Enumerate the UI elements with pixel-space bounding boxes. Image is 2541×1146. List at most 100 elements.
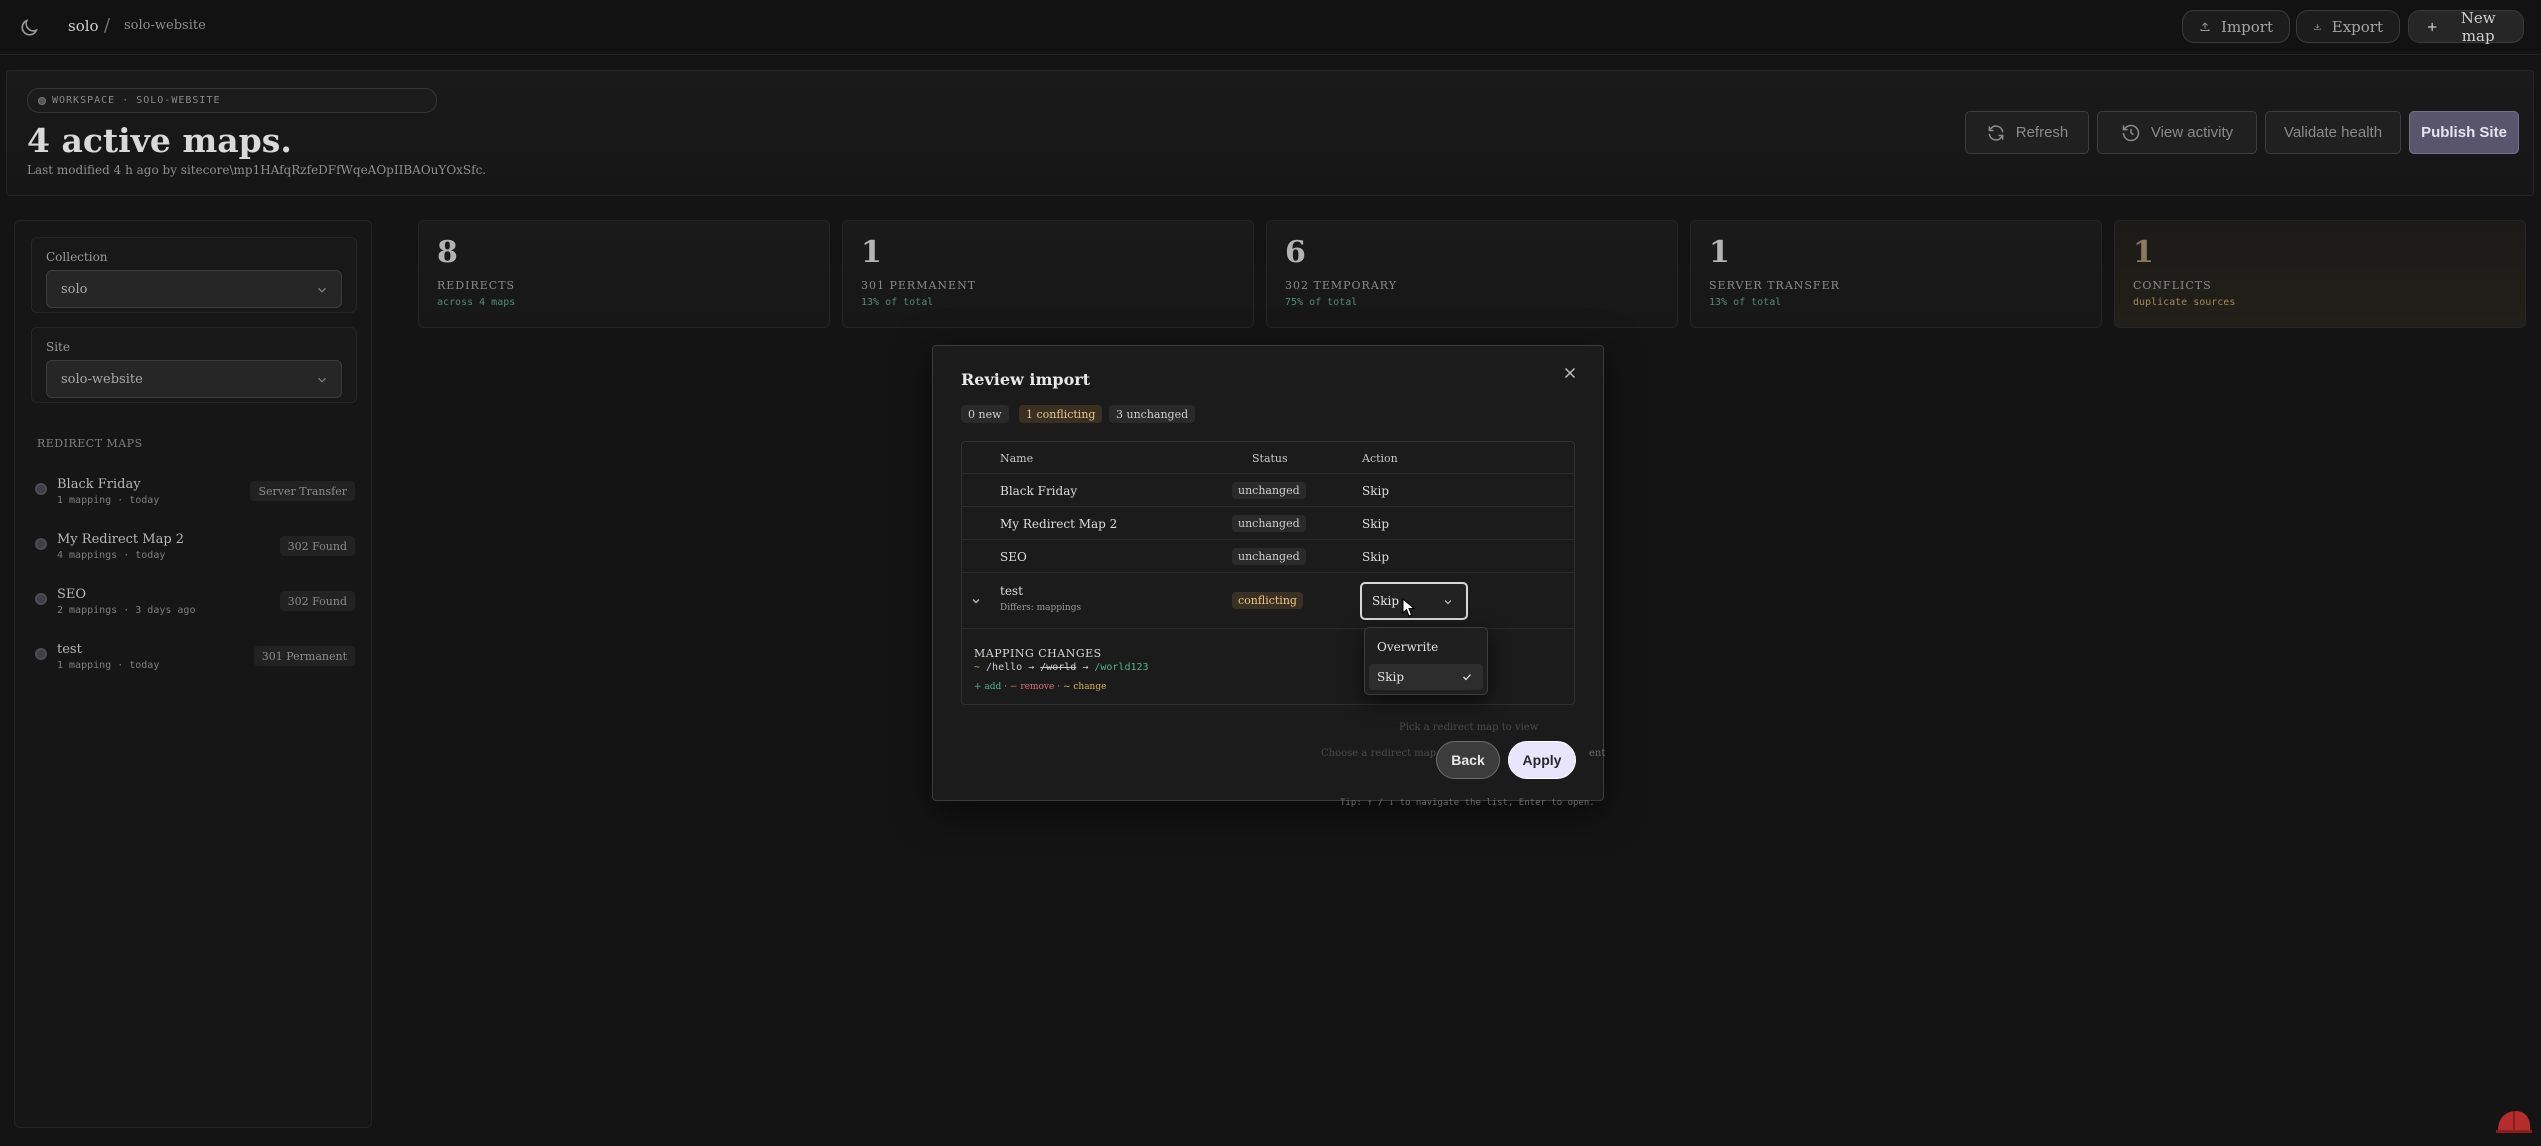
- collection-select[interactable]: solo: [46, 270, 342, 308]
- import-button[interactable]: Import: [2182, 10, 2290, 43]
- view-activity-button[interactable]: View activity: [2097, 111, 2257, 154]
- arrow: →: [1082, 662, 1089, 673]
- apply-button[interactable]: Apply: [1508, 741, 1576, 779]
- workspace-badge: WORKSPACE · SOLO-WEBSITE: [27, 88, 437, 113]
- stat-label: CONFLICTS: [2133, 279, 2212, 292]
- sidebar: Collection solo Site solo-website REDIRE…: [14, 220, 372, 1128]
- export-button[interactable]: Export: [2296, 10, 2400, 43]
- export-label: Export: [2331, 17, 2383, 36]
- stat-label: REDIRECTS: [437, 279, 516, 292]
- stat-value: 6: [1285, 235, 1306, 270]
- publish-site-label: Publish Site: [2421, 124, 2507, 141]
- map-status-dot-icon: [35, 648, 47, 660]
- map-name: test: [57, 642, 82, 657]
- legend-add: + add: [974, 682, 1002, 692]
- status-badge: unchanged: [1232, 515, 1306, 532]
- arrow: →: [1028, 662, 1035, 673]
- collection-field: Collection solo: [31, 237, 357, 313]
- history-icon: [2122, 124, 2140, 141]
- refresh-icon: [1988, 124, 2004, 141]
- redirect-maps-heading: REDIRECT MAPS: [37, 437, 143, 450]
- new-map-button[interactable]: New map: [2408, 8, 2524, 45]
- mapping-source: /hello: [986, 662, 1023, 673]
- table-row-conflict: test Differs: mappings conflicting Skip: [962, 573, 1574, 629]
- mapping-legend: + add · − remove · ~ change: [974, 682, 1106, 692]
- map-type-badge: 302 Found: [279, 591, 355, 611]
- publish-site-button[interactable]: Publish Site: [2409, 111, 2519, 154]
- option-skip-label: Skip: [1377, 670, 1405, 684]
- workspace-dot-icon: [38, 96, 46, 105]
- row-action[interactable]: Skip: [1362, 517, 1389, 531]
- mouse-cursor-icon: [1402, 598, 1416, 617]
- chevron-down-icon[interactable]: [970, 595, 982, 607]
- check-icon: [1463, 674, 1471, 681]
- option-overwrite[interactable]: Overwrite: [1369, 634, 1483, 660]
- close-icon[interactable]: [1561, 364, 1579, 382]
- stat-value: 1: [2133, 235, 2154, 270]
- map-type-badge: 302 Found: [279, 536, 355, 556]
- row-name: My Redirect Map 2: [1000, 517, 1118, 531]
- chevron-down-icon: [318, 377, 326, 383]
- breadcrumb-workspace[interactable]: solo: [68, 17, 99, 35]
- moon-icon[interactable]: [18, 17, 40, 39]
- map-type-badge: 301 Permanent: [253, 646, 355, 666]
- row-action[interactable]: Skip: [1362, 550, 1389, 564]
- stat-sub: across 4 maps: [437, 297, 516, 308]
- stat-card-301-permanent: 1 301 PERMANENT 13% of total: [842, 220, 1254, 328]
- plus-icon: [2427, 22, 2437, 31]
- table-row: SEO unchanged Skip: [962, 540, 1574, 573]
- status-badge: unchanged: [1232, 482, 1306, 499]
- col-name: Name: [1000, 452, 1034, 465]
- last-modified-text: Last modified 4 h ago by sitecore\mp1HAf…: [27, 163, 487, 177]
- chip-unchanged: 3 unchanged: [1109, 405, 1196, 423]
- table-row: Black Friday unchanged Skip: [962, 474, 1574, 507]
- mapping-new-target: /world123: [1094, 662, 1149, 673]
- status-badge: conflicting: [1232, 592, 1303, 609]
- row-name: Black Friday: [1000, 484, 1078, 498]
- map-status-dot-icon: [35, 483, 47, 495]
- breadcrumb-separator: /: [104, 15, 111, 36]
- back-button[interactable]: Back: [1436, 741, 1500, 779]
- validate-health-button[interactable]: Validate health: [2265, 111, 2401, 154]
- sidebar-map-test[interactable]: test 1 mapping · today 301 Permanent: [35, 642, 355, 686]
- breadcrumb-site[interactable]: solo-website: [124, 18, 206, 33]
- empty-hint-text: Pick a redirect map to view: [1399, 722, 1539, 733]
- stat-sub: 13% of total: [861, 297, 934, 308]
- site-select[interactable]: solo-website: [46, 360, 342, 398]
- action-dropdown-menu: Overwrite Skip: [1364, 627, 1488, 695]
- workspace-header: WORKSPACE · SOLO-WEBSITE 4 active maps. …: [6, 70, 2534, 196]
- map-status-dot-icon: [35, 593, 47, 605]
- chevron-down-icon: [1444, 600, 1452, 605]
- row-name: SEO: [1000, 550, 1027, 564]
- mapping-change-line: ~ /hello → /world → /world123: [974, 662, 1149, 673]
- map-status-dot-icon: [35, 538, 47, 550]
- map-meta: 1 mapping · today: [57, 660, 160, 671]
- stat-sub: duplicate sources: [2133, 297, 2236, 308]
- site-field: Site solo-website: [31, 327, 357, 403]
- col-status: Status: [1252, 452, 1288, 465]
- stat-label: 301 PERMANENT: [861, 279, 977, 292]
- option-skip[interactable]: Skip: [1369, 664, 1483, 690]
- row-differs-text: Differs: mappings: [1000, 603, 1082, 613]
- chip-conflicting: 1 conflicting: [1019, 405, 1103, 423]
- cap-logo-icon[interactable]: [2494, 1106, 2534, 1136]
- new-map-label: New map: [2460, 8, 2496, 45]
- collection-label: Collection: [46, 250, 108, 264]
- row-action[interactable]: Skip: [1362, 484, 1389, 498]
- refresh-button[interactable]: Refresh: [1965, 111, 2089, 154]
- stat-label: 302 TEMPORARY: [1285, 279, 1397, 292]
- empty-hint-text-3: ent: [1589, 748, 1606, 759]
- page-title: 4 active maps.: [27, 121, 292, 160]
- sidebar-map-seo[interactable]: SEO 2 mappings · 3 days ago 302 Found: [35, 587, 355, 631]
- action-select-value: Skip: [1372, 594, 1400, 608]
- sidebar-map-black-friday[interactable]: Black Friday 1 mapping · today Server Tr…: [35, 477, 355, 521]
- chip-new: 0 new: [961, 405, 1009, 423]
- map-name: Black Friday: [57, 477, 141, 492]
- legend-separator: ·: [1057, 682, 1061, 692]
- sidebar-map-my-redirect-map-2[interactable]: My Redirect Map 2 4 mappings · today 302…: [35, 532, 355, 576]
- site-label: Site: [46, 340, 70, 354]
- stat-label: SERVER TRANSFER: [1709, 279, 1840, 292]
- refresh-label: Refresh: [2015, 124, 2069, 141]
- stat-card-server-transfer: 1 SERVER TRANSFER 13% of total: [1690, 220, 2102, 328]
- keyboard-tip: Tip: ↑ / ↓ to navigate the list, Enter t…: [1340, 798, 1595, 808]
